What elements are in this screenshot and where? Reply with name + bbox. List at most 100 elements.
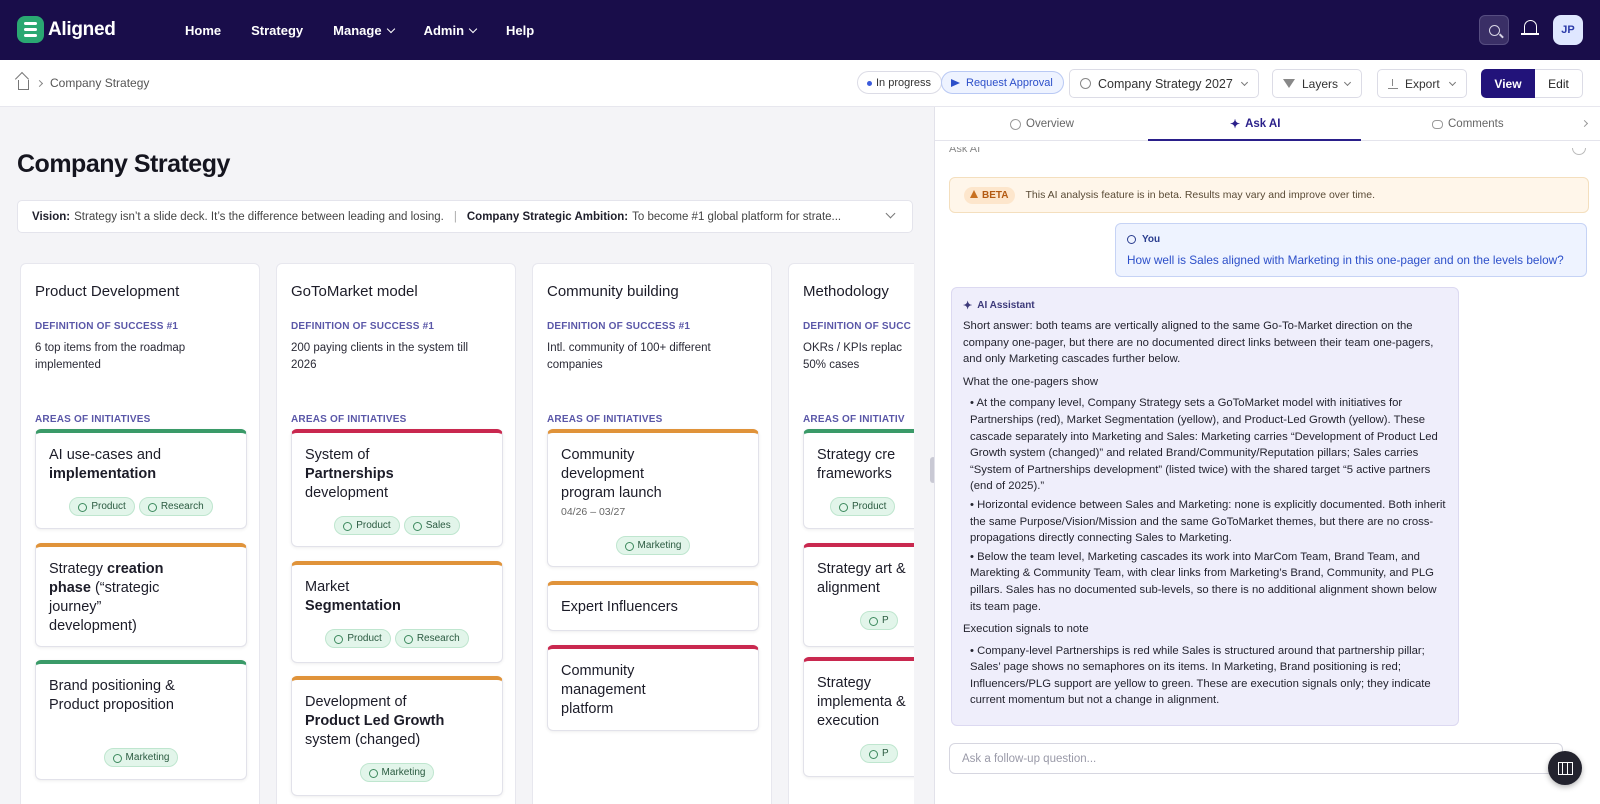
filter-icon [1283,79,1295,88]
app-logo[interactable]: Aligned [17,16,116,43]
initiative-card[interactable]: Strategy art & alignment P [803,543,914,647]
edit-button[interactable]: Edit [1535,69,1583,98]
map-icon [1557,761,1573,775]
chevron-down-icon [1240,78,1249,86]
ai-message: ✦ AI Assistant Short answer: both teams a… [951,287,1459,726]
dos-label: DEFINITION OF SUCCESS #1 [291,321,435,332]
ai-bullet: • Company-level Partnerships is red whil… [970,644,1431,707]
map-button[interactable] [1548,751,1582,785]
user-icon [1127,235,1136,244]
pillar-column: Community building DEFINITION OF SUCCESS… [532,263,772,804]
download-icon [1388,78,1398,89]
ambition-label: Company Strategic Ambition: [466,210,629,223]
nav-admin[interactable]: Admin [424,23,478,38]
tag-product[interactable]: Product [830,497,896,516]
initiative-card[interactable]: Strategy creation phase (“strategic jour… [35,543,247,647]
tag-sales[interactable]: Sales [403,516,460,535]
avatar[interactable]: JP [1553,15,1583,45]
initiative-card[interactable]: Brand positioning & Product proposition … [35,660,247,780]
tag-product[interactable]: Product [334,516,400,535]
vision-label: Vision: [32,210,71,223]
ai-bullet: • At the company level, Company Strategy… [970,397,1438,493]
top-nav: Aligned Home Strategy Manage Admin Help … [0,0,1600,60]
view-button[interactable]: View [1481,69,1535,98]
tag-marketing[interactable]: Marketing [103,748,179,767]
notifications-button[interactable] [1520,18,1539,40]
chevron-down-icon[interactable] [885,208,896,219]
tag-product[interactable]: P [860,611,898,630]
logo-icon [17,16,44,43]
nav-strategy[interactable]: Strategy [251,23,303,38]
tag-product[interactable]: Product [69,497,135,516]
dos-label: DEFINITION OF SUCCESS #1 [547,321,691,332]
pillars: Product Development DEFINITION OF SUCCES… [20,263,914,804]
breadcrumb-current: Company Strategy [50,76,150,90]
tag-marketing[interactable]: Marketing [359,763,435,782]
nav-help[interactable]: Help [506,23,534,38]
chevron-down-icon [386,24,395,33]
chevron-down-icon [468,24,478,33]
tag-research[interactable]: Research [138,497,213,516]
initiative-card[interactable]: Development of Product Led Growth system… [291,676,503,796]
pillar-title: Community building [547,283,679,300]
ai-section-heading: What the one-pagers show [963,375,1099,388]
user-label: You [1127,234,1586,245]
initiative-card[interactable]: Strategy cre frameworks Product [803,429,914,529]
vision-bar[interactable]: Vision: Strategy isn’t a slide deck. It’… [17,200,913,233]
beta-notice: BETA This AI analysis feature is in beta… [949,177,1589,213]
tab-comments[interactable]: Comments [1432,107,1504,141]
sparkle-icon: ✦ [1230,117,1241,131]
pillar-title: Product Development [35,283,180,300]
initiative-card[interactable]: Expert Influencers [547,581,759,631]
request-approval-button[interactable]: Request Approval [941,71,1064,94]
ai-label: ✦ AI Assistant [963,300,1035,312]
initiative-card[interactable]: Community management platform [547,645,759,731]
tag-product[interactable]: Product [325,629,391,648]
app-name: Aligned [48,18,116,40]
nav-home[interactable]: Home [185,23,221,38]
refresh-icon[interactable] [1572,148,1586,155]
tag-marketing[interactable]: Marketing [615,536,691,555]
nav-manage[interactable]: Manage [333,23,395,38]
initiative-card[interactable]: Strategy implementa & execution P [803,657,914,777]
nav-links: Home Strategy Manage Admin Help [185,0,564,60]
initiative-card[interactable]: AI use-cases and implementation Product … [35,429,247,529]
initiative-card[interactable]: Market Segmentation Product Research [291,561,503,663]
pillar-column: Methodology DEFINITION OF SUCC OKRs / KP… [788,263,914,804]
tag-research[interactable]: Research [394,629,469,648]
bell-icon [1520,20,1539,35]
initiative-card[interactable]: System of Partnerships development Produ… [291,429,503,547]
chevron-right-icon[interactable] [1580,119,1589,128]
followup-input[interactable]: Ask a follow-up question... [949,743,1563,774]
scrolled-header: Ask AI [949,147,981,155]
ai-bullet: • Below the team level, Marketing cascad… [970,550,1437,613]
dos-text: 200 paying clients in the system till 20… [291,342,469,371]
overview-icon [1010,118,1021,130]
tag-product[interactable]: P [860,744,898,763]
tab-ask-ai[interactable]: ✦ Ask AI [1230,107,1280,141]
user-message: You How well is Sales aligned with Marke… [1115,223,1587,277]
home-icon[interactable] [18,79,29,90]
pillar-title: GoToMarket model [291,283,418,300]
ai-section-heading: Execution signals to note [963,623,1089,636]
beta-text: This AI analysis feature is in beta. Res… [1025,189,1376,201]
search-button[interactable] [1479,15,1509,45]
dos-text: OKRs / KPIs replac 50% cases [803,342,903,371]
date-range: 04/26 – 03/27 [561,506,626,518]
dos-label: DEFINITION OF SUCC [803,321,912,332]
pillar-column: GoToMarket model DEFINITION OF SUCCESS #… [276,263,516,804]
version-select[interactable]: Company Strategy 2027 [1069,69,1259,98]
aoi-label: AREAS OF INITIATIVES [291,414,407,425]
search-icon [1488,24,1500,36]
clock-icon [1080,78,1091,89]
active-tab-indicator [1148,139,1361,141]
tab-overview[interactable]: Overview [1010,107,1074,141]
layers-select[interactable]: Layers [1272,69,1362,98]
user-question: How well is Sales aligned with Marketing… [1127,253,1564,267]
aoi-label: AREAS OF INITIATIVES [547,414,663,425]
initiative-card[interactable]: Community development program launch 04/… [547,429,759,567]
dos-text: Intl. community of 100+ different compan… [547,342,711,371]
aoi-label: AREAS OF INITIATIV [803,414,905,425]
breadcrumb: Company Strategy [18,76,149,90]
export-select[interactable]: Export [1377,69,1467,98]
